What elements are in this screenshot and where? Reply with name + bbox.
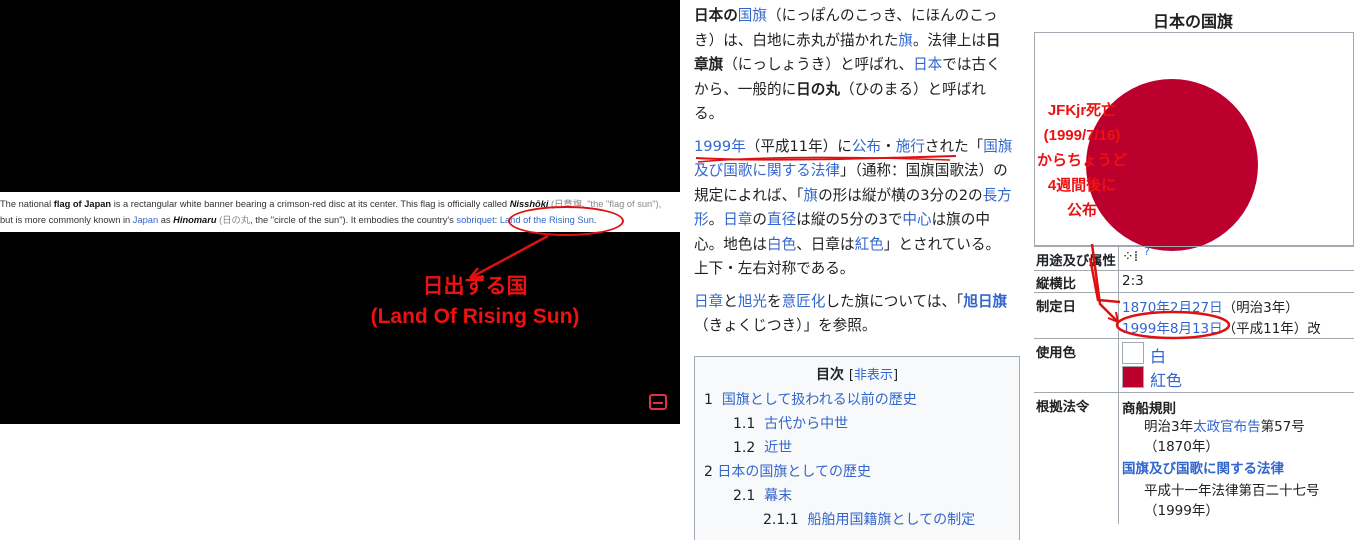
table-of-contents: 目次 [非表示] 1 国旗として扱われる以前の歴史 1.1 古代から中世 1.2…	[694, 356, 1020, 540]
video-panel: The national flag of Japan is a rectangu…	[0, 0, 680, 424]
red-swatch	[1122, 366, 1144, 388]
link-date-1999[interactable]: 1999年8月13日	[1122, 321, 1223, 337]
link-seko[interactable]: 施行	[896, 138, 925, 155]
link-kyokko[interactable]: 旭光	[738, 293, 767, 310]
link-date-1870[interactable]: 1870年2月27日	[1122, 300, 1223, 316]
link-hakushoku[interactable]: 白色	[767, 236, 796, 253]
paragraph-3: 日章と旭光を意匠化した旗については、「旭日旗（きょくじつき）」を参照。	[694, 292, 1008, 335]
link-kofu[interactable]: 公布	[852, 138, 881, 155]
link-hata[interactable]: 旗	[898, 32, 913, 49]
link-chushin[interactable]: 中心	[902, 211, 931, 228]
toc-item[interactable]: 2 日本の国旗としての歴史	[695, 460, 1019, 484]
link-nihon[interactable]: 日本	[913, 56, 942, 73]
link-ishoka[interactable]: 意匠化	[782, 293, 826, 310]
caption-icon[interactable]	[649, 394, 667, 410]
link-white[interactable]: 白	[1150, 343, 1166, 367]
link-dajokan[interactable]: 太政官布告	[1193, 419, 1261, 435]
link-red[interactable]: 紅色	[1150, 367, 1182, 391]
highlight-ellipse	[508, 206, 624, 236]
usage-symbol-icon: ⁘⁞	[1122, 249, 1139, 265]
link-1999[interactable]: 1999年	[694, 138, 746, 155]
row-usage: 用途及び属性 ⁘⁞ ?	[1034, 245, 1354, 270]
link-kokki[interactable]: 国旗	[738, 7, 767, 24]
row-ratio: 縦横比 2:3	[1034, 270, 1354, 292]
row-law: 根拠法令 商船規則 明治3年太政官布告第57号 （1870年） 国旗及び国歌に関…	[1034, 392, 1354, 524]
link-hata-2[interactable]: 旗	[803, 187, 818, 204]
toc-item[interactable]: 2.1 幕末	[695, 484, 1019, 508]
row-colors: 使用色 白 紅色	[1034, 338, 1354, 392]
link-chokei[interactable]: 直径	[767, 211, 796, 228]
toc-title: 目次 [非表示]	[815, 367, 899, 383]
toc-item[interactable]: 2.1.1 船舶用国籍旗としての制定	[695, 508, 1019, 532]
toc-item[interactable]: 1.1 古代から中世	[695, 412, 1019, 436]
link-kyokujitsuki[interactable]: 旭日旗	[963, 293, 1007, 310]
white-swatch	[1122, 342, 1144, 364]
usage-help-link[interactable]: ?	[1144, 245, 1150, 258]
toc-item[interactable]: 1.2 近世	[695, 436, 1019, 460]
annotation-land-of-rising-sun: 日出ずる国 (Land Of Rising Sun)	[370, 275, 580, 328]
link-flag-law-infobox[interactable]: 国旗及び国歌に関する法律	[1122, 457, 1284, 477]
toc-hide-toggle[interactable]: 非表示	[854, 368, 893, 383]
paragraph-2: 1999年（平成11年）に公布・施行された「国旗及び国歌に関する法律」（通称：国…	[694, 137, 1013, 278]
link-japan[interactable]: Japan	[133, 215, 158, 225]
link-koshoku[interactable]: 紅色	[855, 236, 884, 253]
row-date: 制定日 1870年2月27日（明治3年） 1999年8月13日（平成11年）改	[1034, 292, 1354, 338]
link-sobriquet[interactable]: sobriquet	[456, 215, 494, 225]
link-nissho-2[interactable]: 日章	[694, 293, 723, 310]
toc-item[interactable]: 1 国旗として扱われる以前の歴史	[695, 388, 1019, 412]
article-body: 日本の国旗（にっぽんのこっき、にほんのこっき）は、白地に赤丸が描かれた旗。法律上…	[694, 4, 1014, 347]
annotation-jfk-note: JFKjr死亡 (1999/7/16) からちょうど 4週間後に 公布	[1036, 102, 1127, 219]
paragraph-1: 日本の国旗（にっぽんのこっき、にほんのこっき）は、白地に赤丸が描かれた旗。法律上…	[694, 7, 1001, 122]
link-nissho[interactable]: 日章	[723, 211, 752, 228]
infobox-title: 日本の国旗	[1152, 12, 1233, 31]
